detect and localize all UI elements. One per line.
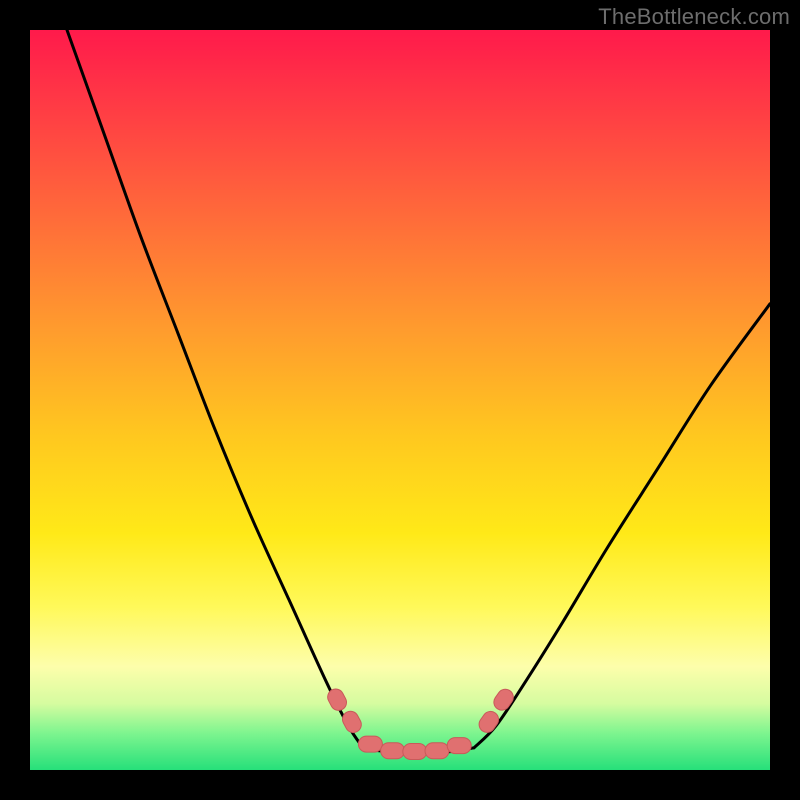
- watermark-text: TheBottleneck.com: [598, 4, 790, 30]
- valley-marker: [340, 708, 364, 735]
- stage: TheBottleneck.com: [0, 0, 800, 800]
- valley-marker: [358, 736, 382, 752]
- valley-marker: [403, 744, 427, 760]
- curve-left-branch: [67, 30, 363, 748]
- valley-marker: [381, 743, 405, 759]
- plot-area: [30, 30, 770, 770]
- valley-marker: [447, 738, 471, 754]
- valley-marker: [325, 686, 349, 713]
- valley-marker: [491, 686, 517, 713]
- valley-marker: [476, 708, 502, 735]
- chart-overlay: [30, 30, 770, 770]
- valley-marker: [425, 743, 449, 759]
- curve-right-branch: [474, 304, 770, 748]
- valley-markers-group: [325, 686, 517, 759]
